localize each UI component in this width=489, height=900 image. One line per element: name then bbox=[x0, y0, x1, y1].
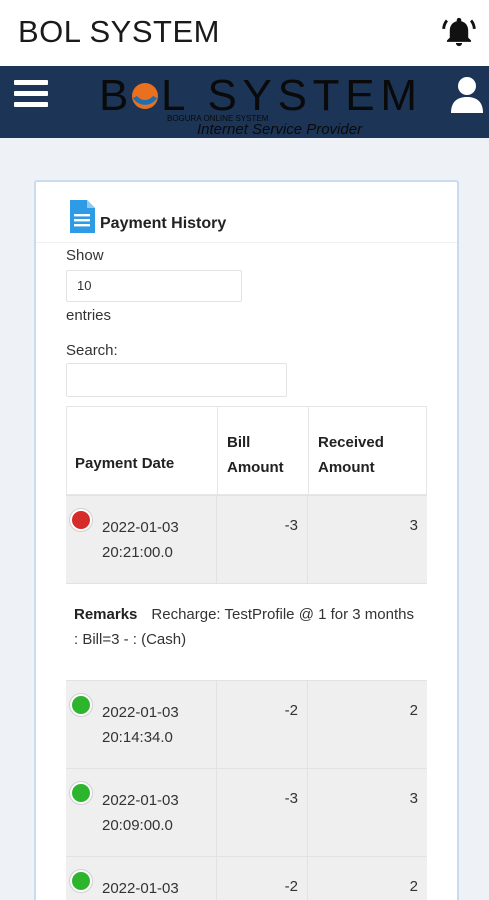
header-bill-amount[interactable]: Bill Amount bbox=[218, 407, 309, 496]
table-row[interactable]: 2022-01-03 20:14:34.0 -2 2 bbox=[66, 680, 427, 769]
header-payment-date[interactable]: Payment Date bbox=[67, 407, 218, 496]
table-row[interactable]: 2022-01-03 20:09:00.0 -3 3 bbox=[66, 768, 427, 857]
received-amount: 2 bbox=[409, 878, 418, 895]
status-indicator-green bbox=[70, 870, 92, 892]
bill-amount: -3 bbox=[284, 517, 298, 534]
card-title: Payment History bbox=[100, 215, 227, 232]
payment-date: 2022-01-03 bbox=[102, 880, 179, 897]
bill-amount: -3 bbox=[284, 790, 298, 807]
search-label: Search: bbox=[66, 342, 118, 359]
hamburger-icon[interactable] bbox=[14, 80, 48, 110]
table-row[interactable]: 2022-01-03 -2 2 bbox=[66, 856, 427, 900]
svg-text:B: B bbox=[99, 71, 128, 120]
status-indicator-red bbox=[70, 509, 92, 531]
bell-icon[interactable] bbox=[442, 15, 476, 49]
app-title: BOL SYSTEM bbox=[18, 14, 220, 49]
svg-text:L SYSTEM: L SYSTEM bbox=[161, 71, 417, 120]
header-received-amount[interactable]: Received Amount bbox=[309, 407, 427, 496]
logo-subtitle: Internet Service Provider bbox=[197, 121, 363, 136]
received-amount: 3 bbox=[409, 790, 418, 807]
remarks-label: Remarks bbox=[74, 606, 138, 623]
table-row[interactable]: 2022-01-03 20:21:00.0 -3 3 bbox=[66, 495, 427, 584]
payment-date: 2022-01-03 20:09:00.0 bbox=[102, 792, 179, 834]
status-indicator-green bbox=[70, 782, 92, 804]
entries-label: entries bbox=[66, 307, 112, 324]
user-icon[interactable] bbox=[450, 76, 484, 114]
payment-date: 2022-01-03 20:14:34.0 bbox=[102, 704, 179, 746]
payment-date: 2022-01-03 20:21:00.0 bbox=[102, 519, 179, 561]
show-label: Show bbox=[66, 247, 104, 264]
brand-logo: B L SYSTEM BOGURA ONLINE SYSTEM Internet… bbox=[97, 70, 421, 138]
document-icon bbox=[68, 200, 96, 234]
status-indicator-green bbox=[70, 694, 92, 716]
row-remarks: Remarks Recharge: TestProfile @ 1 for 3 m… bbox=[66, 583, 427, 680]
table-header: Payment Date Bill Amount Received Amount bbox=[66, 406, 427, 496]
bill-amount: -2 bbox=[284, 878, 298, 895]
card-divider bbox=[36, 242, 457, 243]
search-input[interactable] bbox=[66, 363, 287, 397]
received-amount: 2 bbox=[409, 702, 418, 719]
received-amount: 3 bbox=[409, 517, 418, 534]
entries-select[interactable]: 10 bbox=[66, 270, 242, 302]
bill-amount: -2 bbox=[284, 702, 298, 719]
